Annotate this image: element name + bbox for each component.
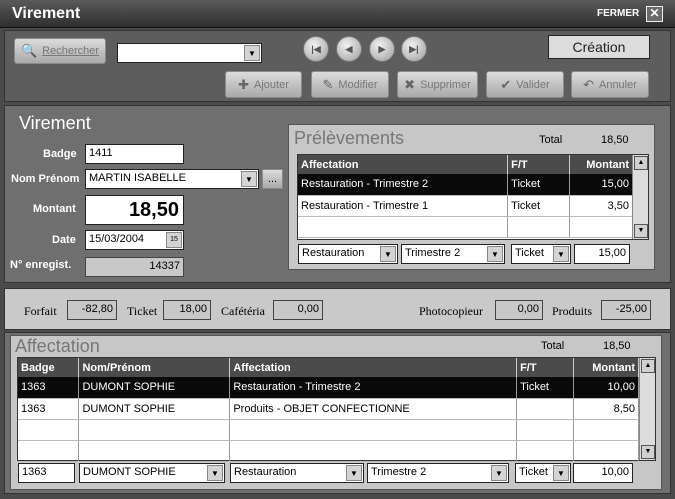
affectation-name-select[interactable]: DUMONT SOPHIE ▼ [79, 463, 225, 483]
photocopieur-balance: 0,00 [495, 300, 543, 320]
first-record-button[interactable]: |◀ [303, 36, 329, 62]
close-icon[interactable]: ✕ [646, 6, 663, 22]
affectation-amount-field[interactable]: 10,00 [573, 463, 633, 483]
col-montant[interactable]: Montant [573, 358, 639, 377]
affectation-title: Affectation [15, 336, 100, 356]
date-label: Date [52, 234, 76, 246]
scroll-down-icon[interactable]: ▼ [641, 445, 655, 459]
prelevement-amount-field[interactable]: 15,00 [574, 244, 630, 264]
col-ft[interactable]: F/T [507, 155, 571, 174]
col-affectation[interactable]: Affectation [298, 155, 509, 174]
cafeteria-label: Cafétéria [221, 304, 265, 318]
add-button[interactable]: ✚ Ajouter [225, 71, 302, 98]
prelevements-total: 18,50 [601, 134, 629, 146]
registration-label: N° enregist. [10, 259, 72, 271]
registration-number: 14337 [85, 257, 184, 277]
forfait-balance: -82,80 [67, 300, 117, 320]
affectation-total-label: Total [541, 340, 565, 352]
produits-label: Produits [552, 304, 593, 318]
scroll-up-icon[interactable]: ▲ [641, 359, 655, 373]
delete-icon: ✖ [404, 76, 416, 92]
checkmark-icon: ✔ [500, 76, 512, 92]
cancel-button[interactable]: ↶ Annuler [571, 71, 649, 98]
produits-balance: -25,00 [601, 300, 651, 320]
col-affectation[interactable]: Affectation [229, 358, 518, 377]
search-button-label: Rechercher [42, 45, 100, 57]
window-title: Virement [12, 5, 81, 22]
chevron-down-icon[interactable]: ▼ [346, 465, 362, 481]
name-browse-button[interactable]: ... [262, 169, 283, 189]
chevron-down-icon[interactable]: ▼ [380, 246, 396, 262]
table-row [18, 419, 639, 441]
prelevements-total-label: Total [539, 134, 563, 146]
amount-field[interactable]: 18,50 [85, 195, 184, 225]
vertical-scrollbar[interactable]: ▲ ▼ [639, 358, 655, 460]
last-record-button[interactable]: ▶| [401, 36, 427, 62]
next-record-button[interactable]: ▶ [369, 36, 395, 62]
col-ft[interactable]: F/T [516, 358, 574, 377]
affectation-type-select[interactable]: Restauration ▼ [230, 463, 364, 483]
undo-icon: ↶ [583, 76, 594, 92]
mode-indicator: Création [548, 35, 650, 59]
prelevement-affectation-select[interactable]: Restauration ▼ [298, 244, 398, 264]
close-label[interactable]: FERMER [597, 8, 639, 19]
plus-icon: ✚ [238, 76, 250, 92]
vertical-scrollbar[interactable]: ▲ ▼ [632, 155, 648, 239]
search-button[interactable]: 🔍 Rechercher [14, 38, 106, 64]
table-row[interactable]: 1363 DUMONT SOPHIE Restauration - Trimes… [18, 377, 639, 399]
previous-record-button[interactable]: ◀ [336, 36, 362, 62]
chevron-down-icon[interactable]: ▼ [487, 246, 503, 262]
form-heading: Virement [19, 113, 91, 133]
affectation-total: 18,50 [603, 340, 631, 352]
forfait-label: Forfait [24, 304, 57, 318]
chevron-down-icon[interactable]: ▼ [491, 465, 507, 481]
affectation-trimestre-select[interactable]: Trimestre 2 ▼ [367, 463, 509, 483]
col-montant[interactable]: Montant [569, 155, 633, 174]
delete-button[interactable]: ✖ Supprimer [397, 71, 478, 98]
photocopieur-label: Photocopieur [419, 304, 483, 318]
prelevement-ft-select[interactable]: Ticket ▼ [511, 244, 571, 264]
badge-label: Badge [43, 148, 77, 160]
grid-header: Affectation F/T Montant [298, 155, 633, 174]
prelevements-title: Prélèvements [294, 128, 405, 148]
calendar-icon[interactable]: 15 [166, 232, 182, 248]
date-field[interactable]: 15/03/2004 15 [85, 230, 184, 250]
name-label: Nom Prénom [11, 173, 80, 185]
search-select[interactable]: ▼ [117, 43, 262, 63]
chevron-down-icon[interactable]: ▼ [207, 465, 223, 481]
table-row [18, 440, 639, 462]
table-row[interactable]: Restauration - Trimestre 1 Ticket 3,50 [298, 195, 633, 217]
affectation-ft-select[interactable]: Ticket ▼ [515, 463, 571, 483]
prelevements-grid: Affectation F/T Montant Restauration - T… [297, 154, 649, 240]
col-badge[interactable]: Badge [18, 358, 80, 377]
col-nom[interactable]: Nom/Prénom [78, 358, 231, 377]
pencil-icon: ✎ [322, 76, 334, 92]
chevron-down-icon[interactable]: ▼ [553, 246, 569, 262]
cafeteria-balance: 0,00 [273, 300, 323, 320]
affectation-badge-field[interactable]: 1363 [18, 463, 75, 483]
chevron-down-icon[interactable]: ▼ [244, 45, 260, 61]
title-bar [0, 0, 675, 28]
scroll-up-icon[interactable]: ▲ [634, 156, 648, 170]
edit-button[interactable]: ✎ Modifier [311, 71, 389, 98]
ticket-balance: 18,00 [163, 300, 211, 320]
badge-field[interactable]: 1411 [85, 144, 184, 164]
amount-label: Montant [33, 203, 76, 215]
table-row[interactable]: 1363 DUMONT SOPHIE Produits - OBJET CONF… [18, 398, 639, 420]
chevron-down-icon[interactable]: ▼ [553, 465, 569, 481]
chevron-down-icon[interactable]: ▼ [241, 171, 257, 187]
validate-button[interactable]: ✔ Valider [486, 71, 564, 98]
table-row[interactable]: Restauration - Trimestre 2 Ticket 15,00 [298, 174, 633, 196]
ticket-label: Ticket [127, 304, 158, 318]
grid-header: Badge Nom/Prénom Affectation F/T Montant [18, 358, 639, 377]
name-select[interactable]: MARTIN ISABELLE ▼ [85, 169, 259, 189]
affectation-grid: Badge Nom/Prénom Affectation F/T Montant… [17, 357, 656, 462]
prelevement-trimestre-select[interactable]: Trimestre 2 ▼ [401, 244, 505, 264]
table-row [298, 216, 633, 238]
magnifier-icon: 🔍 [20, 43, 38, 58]
scroll-down-icon[interactable]: ▼ [634, 224, 648, 238]
